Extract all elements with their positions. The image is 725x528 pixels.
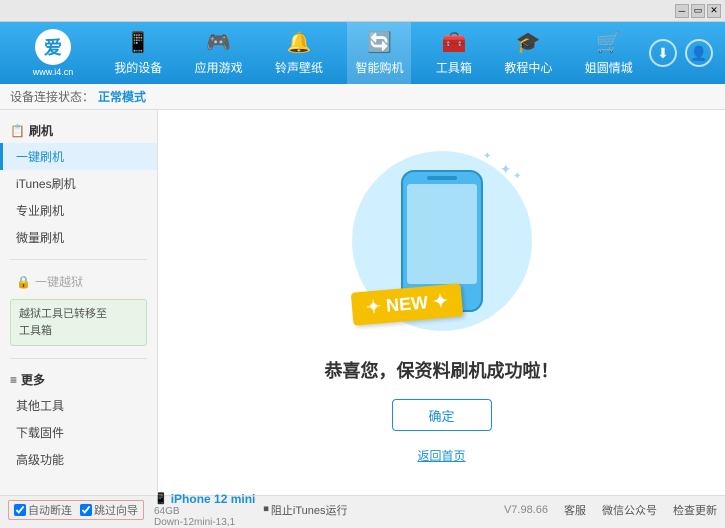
- auto-connect-checkbox[interactable]: [14, 504, 26, 516]
- auto-connect-text: 自动断连: [28, 502, 72, 518]
- toolbox-icon: 🧰: [441, 30, 466, 55]
- ringtones-icon: 🔔: [287, 30, 312, 55]
- flash-title-icon: 📋: [10, 124, 25, 138]
- customer-service-link[interactable]: 客服: [564, 502, 586, 518]
- nav-taobao-label: 姐圆情城: [585, 59, 633, 76]
- bottom-right: V7.98.66 客服 微信公众号 检查更新: [504, 502, 717, 518]
- bottom-left: 自动断连 跳过向导: [8, 500, 144, 520]
- header-right: ⬇ 👤: [649, 39, 717, 67]
- sidebar-flash-title: 📋 刷机: [0, 118, 157, 143]
- stop-itunes-btn[interactable]: ⏹ 阻止iTunes运行: [263, 502, 347, 518]
- version-text: V7.98.66: [504, 504, 548, 516]
- wechat-link[interactable]: 微信公众号: [602, 502, 657, 518]
- sidebar-item-download-fw[interactable]: 下载固件: [0, 419, 157, 446]
- sidebar-item-itunes-flash[interactable]: iTunes刷机: [0, 170, 157, 197]
- status-value: 正常模式: [98, 88, 146, 105]
- logo-icon: 爱: [35, 29, 71, 65]
- nav-apps-label: 应用游戏: [195, 59, 243, 76]
- check-update-link[interactable]: 检查更新: [673, 502, 717, 518]
- sidebar-item-other-tools[interactable]: 其他工具: [0, 392, 157, 419]
- close-btn[interactable]: ✕: [707, 4, 721, 18]
- more-icon: ≡: [10, 373, 17, 387]
- sidebar-jailbreak-title: 🔒 一键越狱: [0, 268, 157, 295]
- skip-wizard-checkbox[interactable]: [80, 504, 92, 516]
- skip-wizard-text: 跳过向导: [94, 502, 138, 518]
- device-storage: 64GB: [154, 506, 255, 517]
- nav-toolbox[interactable]: 🧰 工具箱: [428, 22, 480, 84]
- sidebar: 📋 刷机 一键刷机 iTunes刷机 专业刷机 微量刷机 🔒 一键越狱: [0, 110, 158, 495]
- nav-tutorials-label: 教程中心: [504, 59, 552, 76]
- tutorials-icon: 🎓: [516, 30, 541, 55]
- sparkle-2: ✦: [483, 151, 491, 162]
- restore-btn[interactable]: ▭: [691, 4, 705, 18]
- my-device-icon: 📱: [126, 30, 151, 55]
- lock-icon: 🔒: [16, 275, 31, 289]
- smart-shop-icon: 🔄: [367, 30, 392, 55]
- minimize-btn[interactable]: ─: [675, 4, 689, 18]
- nav-bar: 📱 我的设备 🎮 应用游戏 🔔 铃声壁纸 🔄 智能购机 🧰 工具箱 🎓 教程中心…: [98, 22, 649, 84]
- status-label: 设备连接状态：: [10, 88, 94, 105]
- nav-tutorials[interactable]: 🎓 教程中心: [496, 22, 560, 84]
- device-info: 📱 iPhone 12 mini 64GB Down-12mini-13,1: [154, 492, 255, 528]
- sidebar-more-section: ≡ 更多 其他工具 下载固件 高级功能: [0, 363, 157, 477]
- auto-connect-label[interactable]: 自动断连: [14, 502, 72, 518]
- nav-ringtones[interactable]: 🔔 铃声壁纸: [267, 22, 331, 84]
- taobao-icon: 🛒: [596, 30, 621, 55]
- status-bar: 设备连接状态： 正常模式: [0, 84, 725, 110]
- nav-toolbox-label: 工具箱: [436, 59, 472, 76]
- sidebar-divider-2: [10, 358, 147, 359]
- window-controls[interactable]: ─ ▭ ✕: [675, 4, 721, 18]
- nav-smart-shop[interactable]: 🔄 智能购机: [347, 22, 411, 84]
- download-btn[interactable]: ⬇: [649, 39, 677, 67]
- success-illustration: ✦ NEW ✦ ✦ ✦ ✦: [342, 141, 542, 341]
- logo-url: www.i4.cn: [33, 67, 74, 77]
- header: 爱 www.i4.cn 📱 我的设备 🎮 应用游戏 🔔 铃声壁纸 🔄 智能购机 …: [0, 22, 725, 84]
- user-btn[interactable]: 👤: [685, 39, 713, 67]
- sidebar-divider-1: [10, 259, 147, 260]
- apps-icon: 🎮: [206, 30, 231, 55]
- skip-wizard-label[interactable]: 跳过向导: [80, 502, 138, 518]
- sidebar-item-pro-flash[interactable]: 专业刷机: [0, 197, 157, 224]
- sparkle-1: ✦: [500, 161, 512, 178]
- bottom-bar: 自动断连 跳过向导 📱 iPhone 12 mini 64GB Down-12m…: [0, 495, 725, 523]
- confirm-button[interactable]: 确定: [392, 399, 492, 431]
- nav-ringtones-label: 铃声壁纸: [275, 59, 323, 76]
- title-bar: ─ ▭ ✕: [0, 0, 725, 22]
- device-name: iPhone 12 mini: [171, 492, 256, 506]
- sidebar-item-one-key-flash[interactable]: 一键刷机: [0, 143, 157, 170]
- sidebar-jailbreak-section: 🔒 一键越狱 越狱工具已转移至工具箱: [0, 264, 157, 354]
- sidebar-item-advanced[interactable]: 高级功能: [0, 446, 157, 473]
- sidebar-item-micro-flash[interactable]: 微量刷机: [0, 224, 157, 251]
- nav-taobao[interactable]: 🛒 姐圆情城: [577, 22, 641, 84]
- logo-area[interactable]: 爱 www.i4.cn: [8, 29, 98, 77]
- back-link[interactable]: 返回首页: [417, 447, 465, 464]
- sidebar-flash-section: 📋 刷机 一键刷机 iTunes刷机 专业刷机 微量刷机: [0, 114, 157, 255]
- content-area: ✦ NEW ✦ ✦ ✦ ✦ 恭喜您，保资料刷机成功啦！ 确定 返回首页: [158, 110, 725, 495]
- device-firmware: Down-12mini-13,1: [154, 517, 255, 528]
- stop-icon: ⏹: [263, 503, 269, 516]
- nav-smart-shop-label: 智能购机: [355, 59, 403, 76]
- nav-my-device-label: 我的设备: [114, 59, 162, 76]
- main-layout: 📋 刷机 一键刷机 iTunes刷机 专业刷机 微量刷机 🔒 一键越狱: [0, 110, 725, 495]
- success-text: 恭喜您，保资料刷机成功啦！: [325, 357, 559, 383]
- sidebar-more-title: ≡ 更多: [0, 367, 157, 392]
- sidebar-jailbreak-note: 越狱工具已转移至工具箱: [10, 299, 147, 346]
- sparkle-3: ✦: [513, 171, 521, 182]
- checkbox-group: 自动断连 跳过向导: [8, 500, 144, 520]
- nav-apps[interactable]: 🎮 应用游戏: [187, 22, 251, 84]
- nav-my-device[interactable]: 📱 我的设备: [106, 22, 170, 84]
